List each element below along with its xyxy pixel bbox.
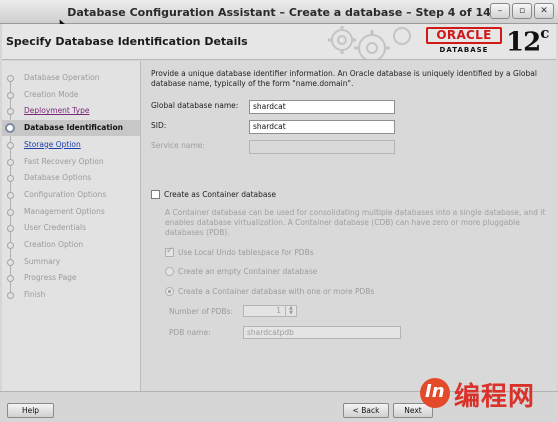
window-title: Database Configuration Assistant – Creat… — [67, 6, 491, 19]
checkbox-box[interactable] — [151, 190, 160, 199]
container-db-checkbox[interactable]: Create as Container database — [151, 190, 276, 199]
watermark-text: 编程网 — [454, 382, 536, 412]
local-undo-checkbox[interactable]: Use Local Undo tablespace for PDBs — [165, 246, 314, 257]
pdb-name-label: PDB name: — [169, 328, 211, 337]
sidebar-step: Creation Mode — [2, 87, 140, 103]
sidebar-step: Configuration Options — [2, 187, 140, 203]
step-marker-icon — [7, 225, 14, 233]
step-marker-icon — [7, 75, 14, 82]
service-name-label: Service name: — [151, 141, 205, 150]
num-pdbs-label: Number of PDBs: — [169, 307, 234, 316]
global-db-name-label: Global database name: — [151, 101, 239, 110]
step-marker-icon — [7, 275, 14, 283]
stepper-arrows-icon[interactable]: ▲ ▼ — [285, 306, 296, 316]
sidebar-step-label: Deployment Type — [24, 106, 90, 116]
sidebar-step: Finish — [2, 287, 140, 303]
maximize-button[interactable]: ▫ — [512, 3, 532, 19]
version-badge: 12c — [506, 24, 549, 58]
help-button[interactable]: Help — [7, 403, 54, 418]
sid-label: SID: — [151, 121, 167, 130]
sidebar-step: Fast Recovery Option — [2, 154, 140, 170]
global-db-name-input[interactable]: shardcat — [249, 100, 395, 114]
step-marker-icon — [7, 91, 14, 99]
sidebar-step-label: Storage Option — [24, 139, 81, 149]
step-marker-icon — [7, 141, 14, 149]
oracle-logo: ORACLE DATABASE — [426, 27, 502, 57]
num-pdbs-stepper[interactable]: 1 ▲ ▼ — [243, 305, 297, 317]
empty-cdb-radio[interactable]: Create an empty Container database — [165, 267, 317, 276]
step-marker-icon — [7, 108, 14, 116]
local-undo-label: Use Local Undo tablespace for PDBs — [178, 248, 314, 257]
step-marker-icon — [7, 292, 14, 300]
sidebar-step-label: Finish — [24, 290, 46, 300]
sidebar-step[interactable]: Storage Option — [2, 137, 140, 153]
num-pdbs-value: 1 — [276, 306, 281, 315]
sidebar-step-label: Fast Recovery Option — [24, 156, 104, 166]
sidebar-step: Progress Page — [2, 270, 140, 286]
version-suffix: c — [540, 24, 549, 42]
main-content: Provide a unique database identifier inf… — [140, 61, 556, 391]
sidebar-step-label: User Credentials — [24, 223, 86, 233]
sidebar-step-label: Database Operation — [24, 73, 100, 82]
sidebar-step: Management Options — [2, 204, 140, 220]
version-number: 12 — [506, 27, 541, 58]
sidebar-step-label: Progress Page — [24, 273, 77, 283]
steps-sidebar: Database Operation Creation Mode Deploymen… — [2, 61, 140, 391]
sidebar-step: Database Identification — [2, 120, 140, 137]
step-marker-icon — [7, 175, 14, 183]
page-header: Specify Database Identification Details … — [2, 24, 556, 60]
step-marker-icon — [7, 258, 14, 266]
sidebar-step-label: Management Options — [24, 206, 105, 216]
minimize-button[interactable]: – — [490, 3, 510, 19]
pdb-name-input[interactable]: shardcatpdb — [243, 326, 401, 339]
page-title: Specify Database Identification Details — [6, 35, 248, 48]
watermark: In 编程网 — [416, 370, 558, 422]
sid-input[interactable]: shardcat — [249, 120, 395, 134]
radio-button[interactable] — [165, 267, 174, 276]
sidebar-step-label: Database Options — [24, 173, 92, 183]
sidebar-step-label: Configuration Options — [24, 189, 107, 199]
step-marker-icon — [5, 123, 15, 134]
oracle-wordmark: ORACLE — [426, 27, 502, 44]
radio-button[interactable] — [165, 287, 174, 296]
back-button[interactable]: < Back — [343, 403, 389, 418]
sidebar-step-label: Creation Mode — [24, 89, 79, 99]
sidebar-step-label: Creation Option — [24, 240, 84, 249]
sidebar-step: User Credentials — [2, 220, 140, 236]
watermark-logo-text: In — [425, 381, 445, 402]
close-button[interactable]: ✕ — [534, 3, 554, 19]
sidebar-step: Summary — [2, 254, 140, 270]
watermark-logo-icon: In — [420, 378, 450, 408]
checkbox-box[interactable] — [165, 246, 174, 257]
sidebar-step[interactable]: Deployment Type — [2, 103, 140, 119]
sidebar-step: Database Options — [2, 170, 140, 186]
sidebar-step: Creation Option — [2, 237, 140, 253]
window-controls: – ▫ ✕ — [490, 3, 554, 19]
cdb-with-pdbs-label: Create a Container database with one or … — [178, 287, 375, 296]
sidebar-step: Database Operation — [2, 70, 140, 86]
intro-text: Provide a unique database identifier inf… — [151, 69, 537, 88]
window-titlebar: Database Configuration Assistant – Creat… — [0, 0, 558, 24]
database-wordmark: DATABASE — [439, 46, 489, 54]
service-name-input[interactable] — [249, 140, 395, 154]
container-db-description: A Container database can be used for con… — [165, 208, 546, 237]
step-marker-icon — [7, 158, 14, 166]
sidebar-step-label: Database Identification — [24, 123, 123, 133]
step-marker-icon — [7, 191, 14, 199]
step-marker-icon — [7, 242, 14, 249]
step-marker-icon — [7, 208, 14, 216]
container-db-label: Create as Container database — [164, 190, 276, 199]
empty-cdb-label: Create an empty Container database — [178, 267, 318, 276]
sidebar-step-label: Summary — [24, 256, 61, 266]
gears-icon — [328, 26, 411, 59]
cdb-with-pdbs-radio[interactable]: Create a Container database with one or … — [165, 287, 374, 296]
